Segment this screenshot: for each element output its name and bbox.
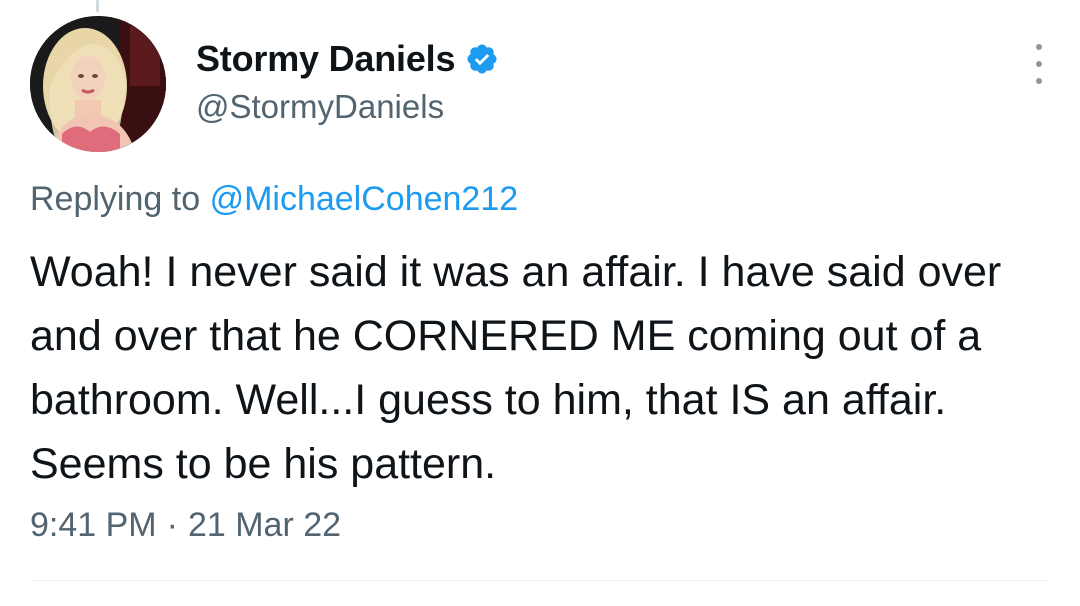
- replying-to-prefix: Replying to: [30, 180, 201, 218]
- handle[interactable]: @StormyDaniels: [196, 88, 499, 126]
- meta-separator: ·: [166, 506, 178, 544]
- more-dot: [1036, 61, 1042, 67]
- tweet-time[interactable]: 9:41 PM: [30, 506, 157, 544]
- tweet-header: Stormy Daniels @StormyDaniels: [30, 16, 1050, 156]
- display-name[interactable]: Stormy Daniels: [196, 38, 455, 80]
- author-names: Stormy Daniels @StormyDaniels: [196, 36, 499, 126]
- more-options-icon[interactable]: [1030, 44, 1048, 84]
- replying-to: Replying to @MichaelCohen212: [30, 180, 518, 219]
- tweet-text: Woah! I never said it was an affair. I h…: [30, 248, 1002, 488]
- more-dot: [1036, 44, 1042, 50]
- tweet-date[interactable]: 21 Mar 22: [188, 506, 341, 544]
- avatar-image: [30, 16, 166, 152]
- avatar[interactable]: [30, 16, 166, 152]
- more-dot: [1036, 78, 1042, 84]
- verified-badge-icon: [465, 42, 499, 76]
- divider: [30, 580, 1050, 581]
- tweet-meta: 9:41 PM · 21 Mar 22: [30, 506, 341, 545]
- display-name-row: Stormy Daniels: [196, 36, 499, 82]
- thread-connector-line: [96, 0, 99, 12]
- reply-mention-link[interactable]: @MichaelCohen212: [210, 180, 519, 218]
